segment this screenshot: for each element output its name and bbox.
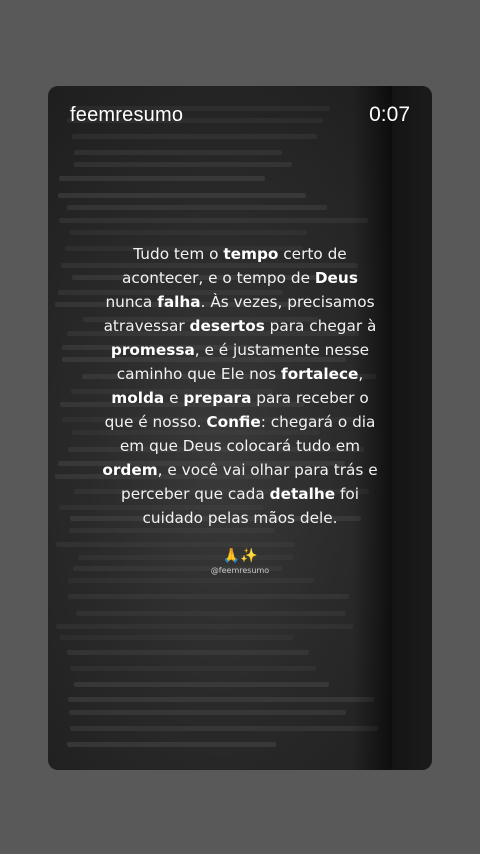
post-text-line: molda e prepara para receber o (102, 386, 378, 410)
blurred-text-line (68, 578, 314, 583)
emphasized-word: detalhe (269, 485, 336, 503)
post-text-line: ordem, e você vai olhar para trás e (102, 458, 378, 482)
post-text-line: perceber que cada detalhe foi (102, 482, 378, 506)
blurred-text-line (69, 666, 317, 671)
post-text-line: acontecer, e o tempo de Deus (102, 266, 378, 290)
text-segment: para chegar à (264, 317, 377, 335)
blurred-text-line (75, 611, 346, 616)
account-username[interactable]: feemresumo (70, 104, 183, 127)
watermark-handle: @feemresumo (210, 566, 270, 575)
post-text-line: cuidado pelas mãos dele. (102, 506, 378, 530)
emphasized-word: falha (157, 293, 201, 311)
blurred-text-line (67, 697, 375, 702)
text-segment: foi (335, 485, 359, 503)
blurred-text-line (56, 624, 354, 629)
blurred-text-line (73, 150, 283, 155)
story-header: feemresumo 0:07 (48, 86, 432, 146)
text-segment: que é nosso. (104, 413, 207, 431)
post-text-line: que é nosso. Confie: chegará o dia (102, 410, 378, 434)
text-segment: : chegará o dia (260, 413, 376, 431)
text-segment: , e é justamente nesse (194, 341, 370, 359)
praying-hands-icon: 🙏 (222, 548, 240, 564)
text-segment: acontecer, e o tempo de (122, 269, 315, 287)
text-segment: , (358, 365, 364, 383)
emphasized-word: Confie (206, 413, 261, 431)
emphasized-word: desertos (189, 317, 265, 335)
text-segment: para receber o (251, 389, 369, 407)
book-right-page (392, 86, 432, 770)
blurred-text-line (70, 726, 378, 731)
post-text-line: promessa, e é justamente nesse (102, 338, 378, 362)
blurred-text-line (67, 650, 309, 655)
emphasized-word: ordem (102, 461, 158, 479)
blurred-text-line (59, 176, 265, 181)
emphasized-word: promessa (110, 341, 195, 359)
blurred-text-line (59, 218, 368, 223)
text-segment: em que Deus colocará tudo em (119, 437, 361, 455)
sparkles-icon: ✨ (240, 548, 258, 564)
text-segment: caminho que Ele nos (116, 365, 282, 383)
text-segment: cuidado pelas mãos dele. (142, 509, 338, 527)
post-text-line: em que Deus colocará tudo em (102, 434, 378, 458)
blurred-text-line (74, 162, 292, 167)
text-segment: . Às vezes, precisamos (200, 293, 375, 311)
blurred-text-line (67, 742, 276, 747)
text-segment: perceber que cada (121, 485, 270, 503)
post-text-line: Tudo tem o tempo certo de (102, 242, 378, 266)
text-segment: Tudo tem o (133, 245, 224, 263)
emphasized-word: prepara (183, 389, 252, 407)
text-segment: , e você vai olhar para trás e (157, 461, 378, 479)
blurred-text-line (67, 594, 349, 599)
text-segment: atravessar (103, 317, 190, 335)
text-segment: certo de (278, 245, 347, 263)
emphasized-word: tempo (223, 245, 279, 263)
emphasized-word: molda (111, 389, 165, 407)
post-text-line: nunca falha. Às vezes, precisamos (102, 290, 378, 314)
blurred-text-line (55, 542, 296, 547)
post-text-line: caminho que Ele nos fortalece, (102, 362, 378, 386)
text-segment: e (164, 389, 184, 407)
post-text-line: atravessar desertos para chegar à (102, 314, 378, 338)
blurred-text-line (73, 682, 329, 687)
blurred-text-line (68, 710, 347, 715)
emphasized-word: fortalece (281, 365, 359, 383)
emphasized-word: Deus (314, 269, 358, 287)
blurred-text-line (57, 193, 307, 198)
blurred-text-line (59, 635, 294, 640)
video-timestamp: 0:07 (369, 103, 410, 126)
text-segment: nunca (105, 293, 158, 311)
signature: 🙏✨ @feemresumo (48, 548, 432, 575)
post-text: Tudo tem o tempo certo de acontecer, e o … (102, 242, 378, 530)
story-card[interactable]: feemresumo 0:07 Tudo tem o tempo certo d… (48, 86, 432, 770)
emoji-row: 🙏✨ (48, 548, 432, 564)
blurred-text-line (70, 230, 307, 235)
blurred-text-line (66, 205, 328, 210)
